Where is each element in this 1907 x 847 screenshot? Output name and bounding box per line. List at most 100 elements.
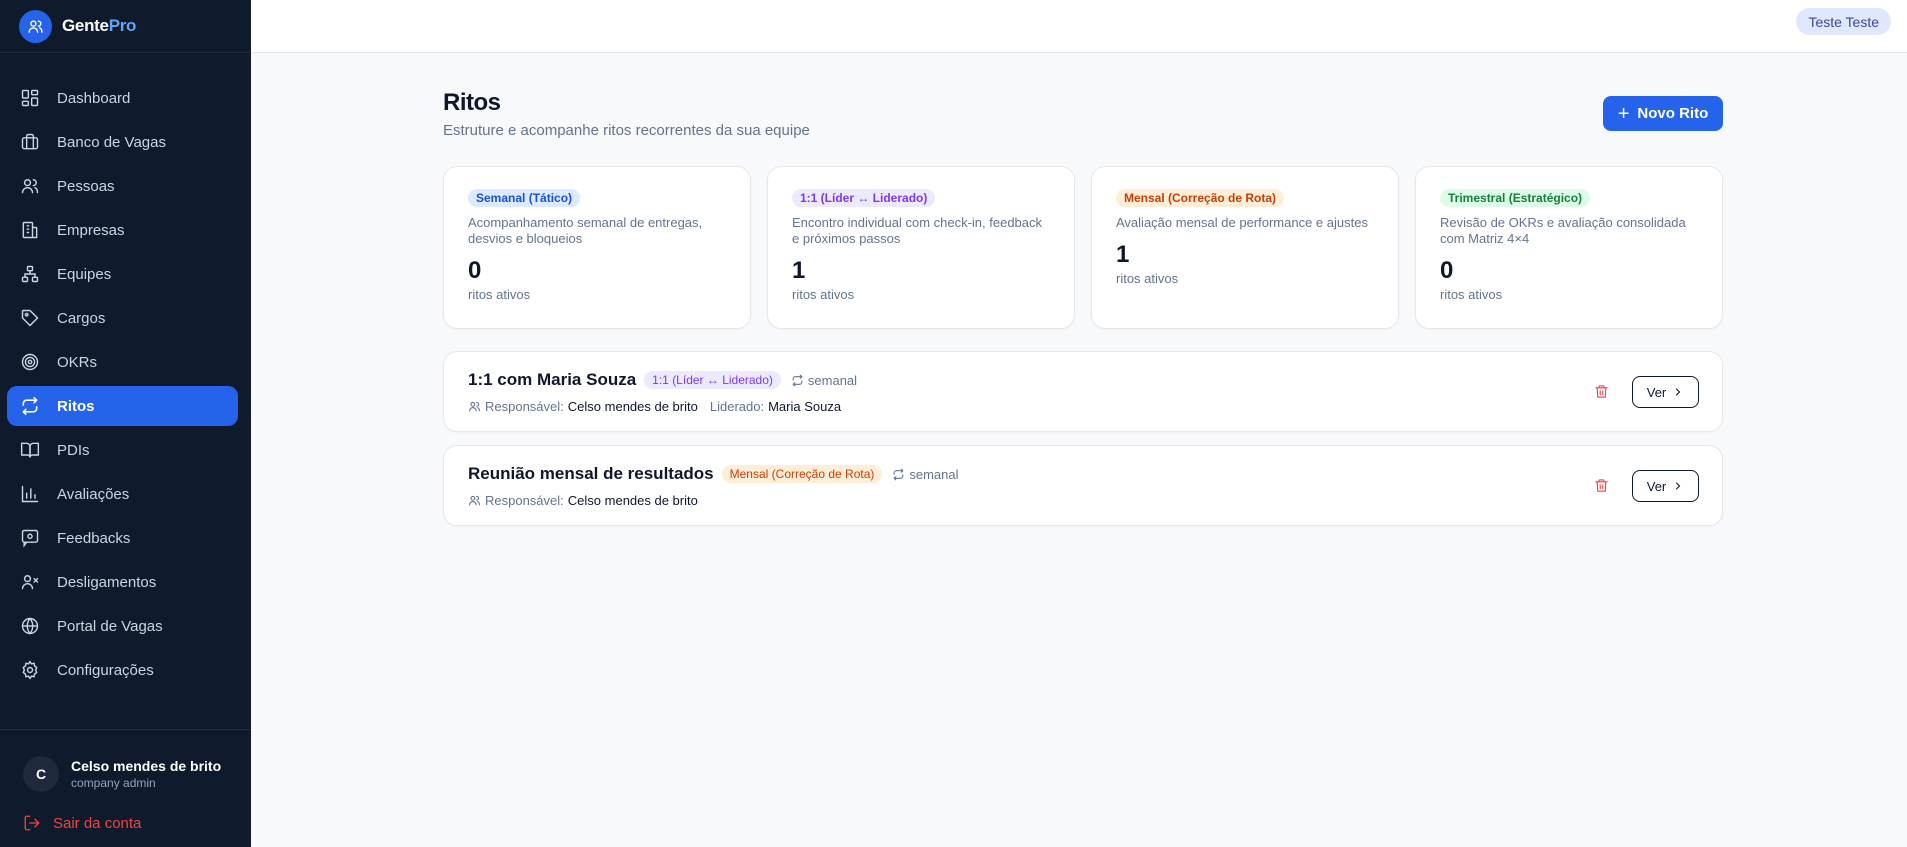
rito-type-card-trimestral: Trimestral (Estratégico) Revisão de OKRs… bbox=[1415, 166, 1723, 329]
user-x-icon bbox=[21, 575, 39, 590]
sidebar-item-label: OKRs bbox=[57, 353, 98, 371]
rito-type-card-one-on-one: 1:1 (Líder ↔ Liderado) Encontro individu… bbox=[767, 166, 1075, 329]
sidebar-item-ritos[interactable]: Ritos bbox=[7, 386, 238, 426]
users-icon bbox=[469, 401, 480, 412]
logout-icon bbox=[24, 815, 40, 831]
sidebar-item-label: Portal de Vagas bbox=[57, 617, 163, 635]
sidebar-nav: Dashboard Banco de Vagas Pessoas Empresa… bbox=[7, 78, 238, 694]
user-name: Celso mendes de brito bbox=[71, 758, 222, 774]
sidebar-item-label: Dashboard bbox=[57, 89, 131, 107]
sidebar-item-label: Desligamentos bbox=[57, 573, 157, 591]
card-count-label: ritos ativos bbox=[792, 287, 855, 302]
card-count-label: ritos ativos bbox=[468, 287, 531, 302]
type-badge: Mensal (Correção de Rota) bbox=[1116, 189, 1285, 207]
network-icon bbox=[21, 265, 39, 283]
logout-button[interactable]: Sair da conta bbox=[23, 814, 251, 832]
responsible-name: Celso mendes de brito bbox=[567, 493, 698, 508]
responsible-label: Responsável: bbox=[485, 399, 564, 414]
repeat-icon bbox=[22, 396, 38, 416]
sidebar-item-label: Pessoas bbox=[57, 177, 115, 195]
sidebar-item-cargos[interactable]: Cargos bbox=[7, 298, 238, 338]
brand-name: GentePro bbox=[62, 16, 137, 35]
sidebar-item-equipes[interactable]: Equipes bbox=[7, 254, 238, 294]
frequency: semanal bbox=[791, 373, 857, 388]
sidebar-item-label: Cargos bbox=[57, 309, 106, 327]
dashboard-icon bbox=[21, 89, 39, 107]
globe-icon bbox=[21, 617, 39, 635]
avatar: C bbox=[23, 756, 59, 792]
sidebar-item-label: Avaliações bbox=[57, 485, 130, 503]
responsible-label: Responsável: bbox=[485, 493, 564, 508]
message-icon bbox=[21, 529, 39, 548]
card-count: 1 bbox=[1116, 241, 1130, 268]
type-badge: Mensal (Correção de Rota) bbox=[721, 465, 883, 483]
sidebar-item-portal-de-vagas[interactable]: Portal de Vagas bbox=[7, 606, 238, 646]
sidebar-item-dashboard[interactable]: Dashboard bbox=[7, 78, 238, 118]
tag-icon bbox=[21, 309, 39, 327]
sidebar-item-empresas[interactable]: Empresas bbox=[7, 210, 238, 250]
delete-button[interactable] bbox=[1594, 478, 1609, 498]
rito-row: 1:1 com Maria Souza 1:1 (Líder ↔ Liderad… bbox=[443, 351, 1723, 432]
type-badge: 1:1 (Líder ↔ Liderado) bbox=[644, 371, 781, 389]
user-block: C Celso mendes de brito company admin Sa… bbox=[0, 729, 251, 832]
sidebar-item-label: Ritos bbox=[57, 397, 95, 415]
type-badge: Trimestral (Estratégico) bbox=[1440, 189, 1591, 207]
led-label: Liderado: bbox=[709, 399, 765, 414]
sidebar-item-pessoas[interactable]: Pessoas bbox=[7, 166, 238, 206]
users-logo-icon bbox=[19, 9, 52, 43]
plus-icon: + bbox=[1617, 102, 1630, 125]
users-icon bbox=[21, 179, 39, 194]
sidebar-item-avaliacoes[interactable]: Avaliações bbox=[7, 474, 238, 514]
led-name: Maria Souza bbox=[768, 399, 842, 414]
card-description: Encontro individual com check-in, feedba… bbox=[792, 215, 1043, 246]
rito-type-card-mensal: Mensal (Correção de Rota) Avaliação mens… bbox=[1091, 166, 1399, 329]
trash-icon bbox=[1595, 385, 1608, 398]
rito-type-card-semanal: Semanal (Tático) Acompanhamento semanal … bbox=[443, 166, 751, 329]
user-profile[interactable]: C Celso mendes de brito company admin bbox=[23, 756, 251, 792]
user-menu-pill[interactable]: Teste Teste bbox=[1796, 8, 1891, 35]
card-count-label: ritos ativos bbox=[1116, 271, 1179, 286]
sidebar: GentePro Dashboard Banco de Vagas Pessoa… bbox=[0, 0, 251, 847]
sidebar-item-configuracoes[interactable]: Configurações bbox=[7, 650, 238, 690]
type-badge: Semanal (Tático) bbox=[468, 189, 581, 207]
sidebar-item-label: Empresas bbox=[57, 221, 125, 239]
sidebar-item-label: Feedbacks bbox=[57, 529, 131, 547]
sidebar-item-okrs[interactable]: OKRs bbox=[7, 342, 238, 382]
page-title: Ritos bbox=[443, 89, 501, 116]
sidebar-item-label: Banco de Vagas bbox=[57, 133, 166, 151]
view-button[interactable]: Ver bbox=[1632, 376, 1699, 408]
rito-list: 1:1 com Maria Souza 1:1 (Líder ↔ Liderad… bbox=[443, 351, 1723, 539]
view-button[interactable]: Ver bbox=[1632, 470, 1699, 502]
target-icon bbox=[21, 353, 39, 371]
sidebar-item-label: PDIs bbox=[57, 441, 90, 459]
card-count: 0 bbox=[1440, 257, 1454, 284]
sidebar-item-desligamentos[interactable]: Desligamentos bbox=[7, 562, 238, 602]
card-description: Acompanhamento semanal de entregas, desv… bbox=[468, 215, 703, 246]
rito-type-cards: Semanal (Tático) Acompanhamento semanal … bbox=[443, 166, 1723, 329]
sidebar-item-label: Configurações bbox=[57, 661, 154, 679]
page-subtitle: Estruture e acompanhe ritos recorrentes … bbox=[443, 122, 810, 139]
card-description: Avaliação mensal de performance e ajuste… bbox=[1116, 215, 1368, 230]
type-badge: 1:1 (Líder ↔ Liderado) bbox=[792, 189, 936, 207]
book-icon bbox=[20, 442, 40, 458]
new-rito-button[interactable]: + Novo Rito bbox=[1603, 96, 1723, 131]
sidebar-item-pdis[interactable]: PDIs bbox=[7, 430, 238, 470]
brand[interactable]: GentePro bbox=[0, 0, 251, 53]
sidebar-item-banco-de-vagas[interactable]: Banco de Vagas bbox=[7, 122, 238, 162]
rito-title: 1:1 com Maria Souza bbox=[468, 370, 637, 389]
chevron-right-icon bbox=[1676, 388, 1681, 396]
card-count: 0 bbox=[468, 257, 482, 284]
delete-button[interactable] bbox=[1594, 384, 1609, 404]
user-role: company admin bbox=[71, 776, 156, 790]
gear-icon bbox=[22, 660, 38, 680]
card-description: Revisão de OKRs e avaliação consolidada … bbox=[1440, 215, 1686, 246]
rito-row: Reunião mensal de resultados Mensal (Cor… bbox=[443, 445, 1723, 526]
card-count: 1 bbox=[792, 257, 806, 284]
chevron-right-icon bbox=[1676, 482, 1681, 490]
sidebar-item-feedbacks[interactable]: Feedbacks bbox=[7, 518, 238, 558]
card-count-label: ritos ativos bbox=[1440, 287, 1503, 302]
responsible-name: Celso mendes de brito bbox=[567, 399, 698, 414]
frequency: semanal bbox=[892, 467, 959, 482]
logout-label: Sair da conta bbox=[53, 814, 142, 832]
trash-icon bbox=[1595, 479, 1608, 492]
